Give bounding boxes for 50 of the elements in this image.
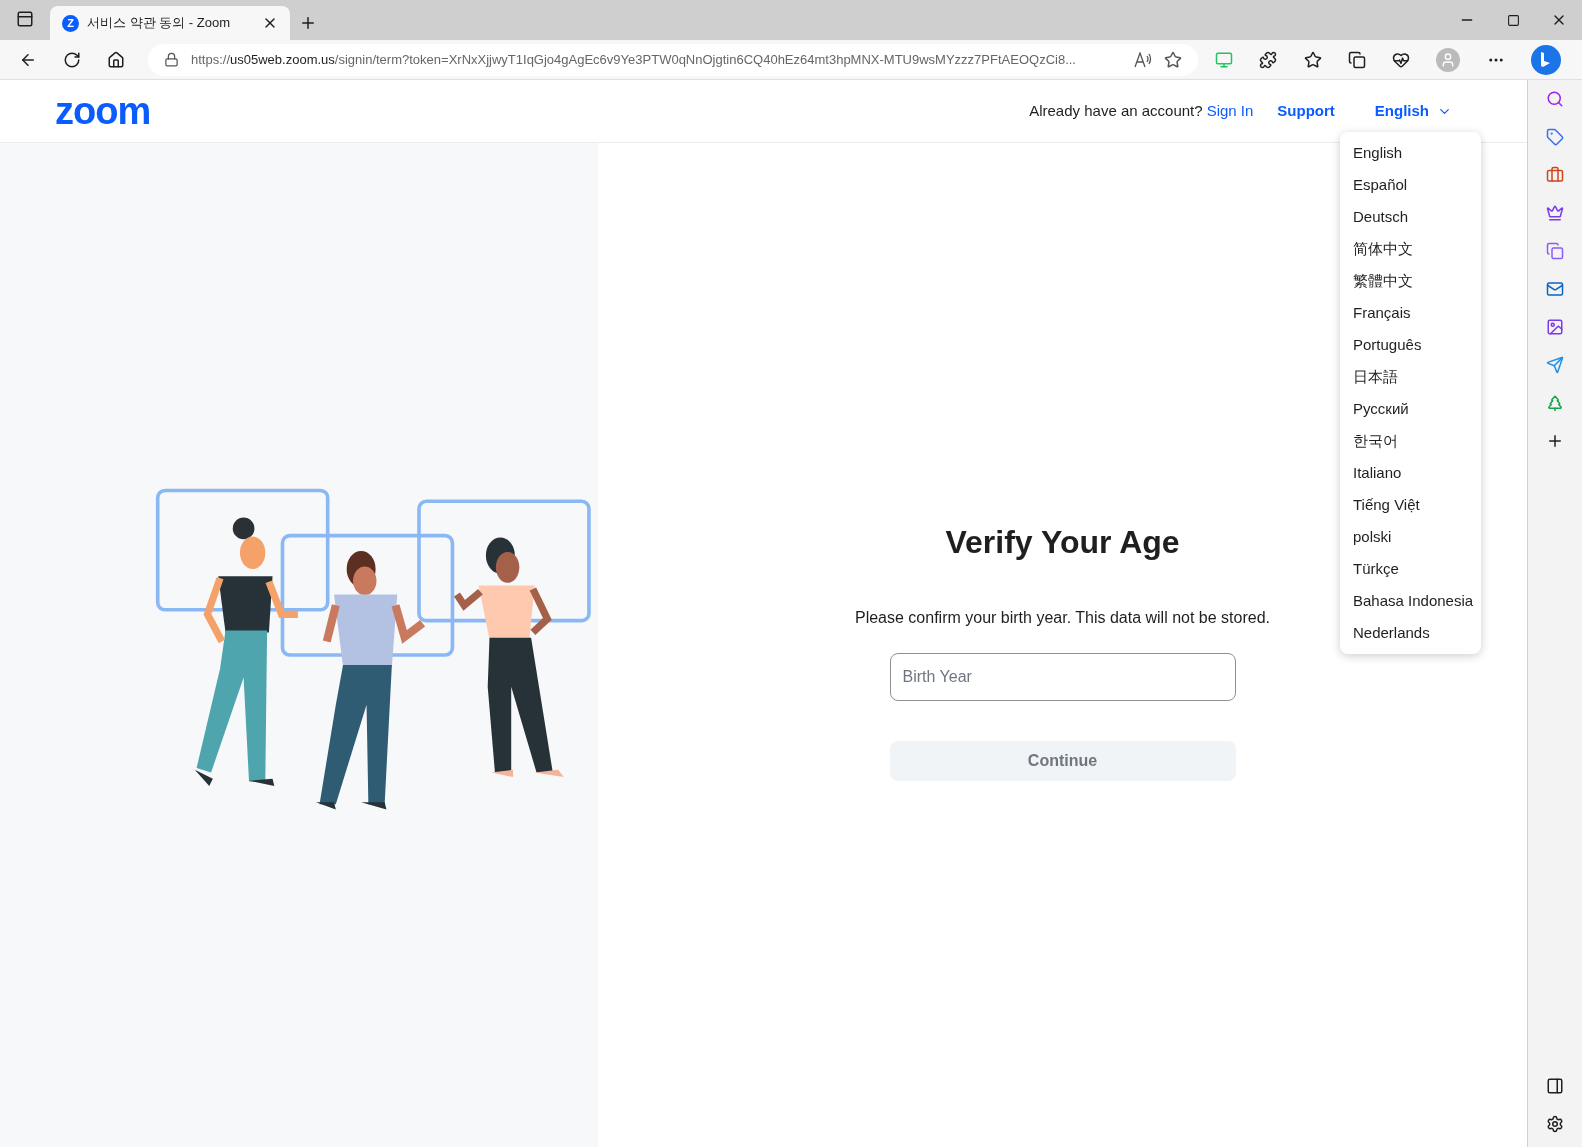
address-bar[interactable]: https://us05web.zoom.us/signin/term?token=XrNxXjjwyT1IqGjo4gAgEc6v9Ye3PTW0qNnOjgtin6CQ40hEz64mt3hpMNX-MTU9wsMYzzz7PFtAEOQzCi8... xyxy=(148,43,1198,76)
new-tab-icon[interactable] xyxy=(299,14,317,32)
language-option[interactable]: polski xyxy=(1340,521,1481,553)
account-prompt: Already have an account? xyxy=(1029,100,1203,121)
browser-tab[interactable]: Z 서비스 약관 동의 - Zoom xyxy=(50,6,290,40)
language-option[interactable]: Nederlands xyxy=(1340,617,1481,649)
search-icon[interactable] xyxy=(1546,90,1564,108)
settings-icon[interactable] xyxy=(1546,1115,1564,1133)
language-option[interactable]: Español xyxy=(1340,169,1481,201)
language-selector[interactable]: English xyxy=(1374,99,1452,123)
hide-sidebar-icon[interactable] xyxy=(1546,1077,1564,1095)
language-option[interactable]: Русский xyxy=(1340,393,1481,425)
tab-actions-icon[interactable] xyxy=(16,10,34,28)
read-aloud-icon[interactable] xyxy=(1134,51,1152,68)
page-title: Verify Your Age xyxy=(945,523,1180,562)
language-option[interactable]: 한국어 xyxy=(1340,425,1481,457)
tag-icon[interactable] xyxy=(1546,128,1564,146)
extensions-icon[interactable] xyxy=(1259,50,1278,69)
language-option[interactable]: 简体中文 xyxy=(1340,233,1481,265)
refresh-icon[interactable] xyxy=(63,50,81,69)
briefcase-icon[interactable] xyxy=(1546,166,1564,184)
tree-icon[interactable] xyxy=(1546,394,1564,412)
description-text: Please confirm your birth year. This data will not be stored. xyxy=(855,608,1270,628)
language-option[interactable]: Français xyxy=(1340,297,1481,329)
image-editor-icon[interactable] xyxy=(1546,318,1564,336)
language-option[interactable]: Tiếng Việt xyxy=(1340,489,1481,521)
health-icon[interactable] xyxy=(1392,50,1411,69)
birth-year-field[interactable]: Birth Year xyxy=(889,653,1236,701)
paper-plane-icon[interactable] xyxy=(1546,356,1564,374)
language-option[interactable]: 繁體中文 xyxy=(1340,265,1481,297)
lock-icon xyxy=(164,52,179,67)
maximize-icon[interactable] xyxy=(1506,13,1520,27)
language-option[interactable]: Bahasa Indonesia xyxy=(1340,585,1481,617)
collections-icon[interactable] xyxy=(1347,50,1366,69)
language-option[interactable]: Italiano xyxy=(1340,457,1481,489)
language-option[interactable]: 日本語 xyxy=(1340,361,1481,393)
add-favorite-icon[interactable] xyxy=(1164,50,1182,69)
favorites-icon[interactable] xyxy=(1303,50,1322,69)
language-option[interactable]: Türkçe xyxy=(1340,553,1481,585)
support-link[interactable]: Support xyxy=(1277,99,1335,123)
sign-in-link[interactable]: Sign In xyxy=(1206,99,1254,123)
home-icon[interactable] xyxy=(107,50,125,69)
add-icon[interactable] xyxy=(1546,432,1564,450)
tab-title: 서비스 약관 동의 - Zoom xyxy=(87,14,231,33)
language-option[interactable]: English xyxy=(1340,137,1481,169)
url-text: https://us05web.zoom.us/signin/term?token=XrNxXjjwyT1IqGjo4gAgEc6v9Ye3PTW0qNnOjgtin6CQ40hEz64mt3hpMNX-MTU9wsMYzzz7PFtAEOQzCi8... xyxy=(191,50,1077,69)
language-option[interactable]: Português xyxy=(1340,329,1481,361)
language-option[interactable]: Deutsch xyxy=(1340,201,1481,233)
zoom-logo[interactable]: zoom xyxy=(55,82,151,140)
zoom-favicon: Z xyxy=(62,14,79,32)
